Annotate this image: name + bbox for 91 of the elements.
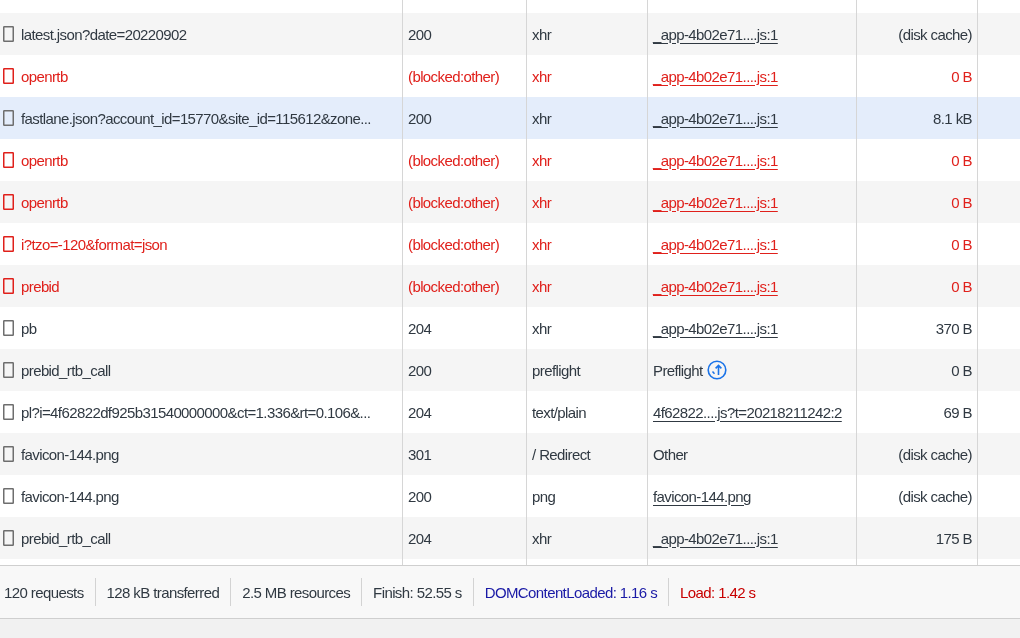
transfer-size: 8.1 kB [933, 109, 972, 127]
resource-type: xhr [532, 67, 552, 85]
file-icon [3, 236, 14, 252]
status-code: (blocked:other) [408, 151, 500, 169]
request-row[interactable]: prebid (blocked:other) xhr _app-4b02e71....js:1 0 B [0, 265, 1020, 307]
status-text: Finish: 52.55 s [373, 583, 462, 601]
resource-type: png [532, 487, 556, 505]
file-icon [3, 152, 14, 168]
status-code: (blocked:other) [408, 193, 500, 211]
request-name: openrtb [21, 67, 68, 85]
request-name: openrtb [21, 193, 68, 211]
status-code: 200 [408, 25, 432, 43]
transfer-size: 0 B [951, 67, 972, 85]
initiator-link[interactable]: _app-4b02e71....js:1 [653, 277, 778, 295]
request-row[interactable]: fastlane.json?account_id=15770&site_id=115612&zone... 200 xhr _app-4b02e71....js:1 8.1 kB [0, 97, 1020, 139]
initiator-link[interactable]: _app-4b02e71....js:1 [653, 109, 778, 127]
request-name: pl?i=4f62822df925b31540000000&ct=1.336&rt=0.106&... [21, 403, 371, 421]
request-row[interactable]: openrtb (blocked:other) xhr _app-4b02e71....js:1 0 B [0, 181, 1020, 223]
status-code: 204 [408, 319, 432, 337]
initiator-text: Other [653, 445, 688, 463]
transfer-size: 370 B [935, 319, 972, 337]
transfer-size: (disk cache) [898, 25, 972, 43]
transfer-size: (disk cache) [898, 445, 972, 463]
initiator-link[interactable]: _app-4b02e71....js:1 [653, 529, 778, 547]
status-text: DOMContentLoaded: 1.16 s [484, 583, 658, 601]
transfer-size: 0 B [951, 277, 972, 295]
resource-type: xhr [532, 235, 552, 253]
request-name: openrtb [21, 151, 68, 169]
request-row[interactable]: favicon-144.png 301 / Redirect Other (disk cache) [0, 433, 1020, 475]
resource-type: xhr [532, 109, 552, 127]
request-name: prebid_rtb_call [21, 529, 111, 547]
transfer-size: (disk cache) [898, 487, 972, 505]
status-text: 128 kB transferred [106, 583, 220, 601]
request-name: prebid [21, 277, 60, 295]
transfer-size: 0 B [951, 361, 972, 379]
file-icon [3, 446, 14, 462]
resource-type: xhr [532, 319, 552, 337]
transfer-size: 0 B [951, 151, 972, 169]
status-text: 120 requests [4, 583, 84, 601]
initiator-link[interactable]: _app-4b02e71....js:1 [653, 193, 778, 211]
initiator-link[interactable]: _app-4b02e71....js:1 [653, 151, 778, 169]
request-name: i?tzo=-120&format=json [21, 235, 168, 253]
initiator-link[interactable]: _app-4b02e71....js:1 [653, 67, 778, 85]
file-icon [3, 26, 14, 42]
resource-type: xhr [532, 193, 552, 211]
status-code: (blocked:other) [408, 235, 500, 253]
initiator-link[interactable]: _app-4b02e71....js:1 [653, 319, 778, 337]
status-code: 204 [408, 403, 432, 421]
initiator-link[interactable]: _app-4b02e71....js:1 [653, 235, 778, 253]
file-icon [3, 404, 14, 420]
file-icon [3, 278, 14, 294]
status-text: 2.5 MB resources [242, 583, 351, 601]
initiator-link[interactable]: favicon-144.png [653, 487, 751, 505]
file-icon [3, 320, 14, 336]
file-icon [3, 488, 14, 504]
transfer-size: 69 B [943, 403, 972, 421]
status-code: 301 [408, 445, 432, 463]
request-name: pb [21, 319, 37, 337]
transfer-size: 0 B [951, 235, 972, 253]
file-icon [3, 110, 14, 126]
resource-type: xhr [532, 25, 552, 43]
request-row[interactable]: prebid_rtb_call 204 xhr _app-4b02e71....js:1 175 B [0, 517, 1020, 559]
request-name: fastlane.json?account_id=15770&site_id=115612&zone... [21, 109, 371, 127]
request-row[interactable]: prebid_rtb_call 200 preflight Preflight 0 B [0, 349, 1020, 391]
file-icon [3, 194, 14, 210]
initiator-text: Preflight [653, 361, 703, 379]
request-name: latest.json?date=20220902 [21, 25, 187, 43]
status-code: (blocked:other) [408, 67, 500, 85]
transfer-size: 175 B [935, 529, 972, 547]
initiator-link[interactable]: 4f62822....js?t=20218211242:2 [653, 403, 842, 421]
resource-type: xhr [532, 529, 552, 547]
status-text: Load: 1.42 s [680, 583, 756, 601]
status-code: 200 [408, 487, 432, 505]
status-code: (blocked:other) [408, 277, 500, 295]
file-icon [3, 68, 14, 84]
resource-type: text/plain [532, 403, 587, 421]
request-name: favicon-144.png [21, 487, 119, 505]
initiator-link[interactable]: _app-4b02e71....js:1 [653, 25, 778, 43]
file-icon [3, 530, 14, 546]
resource-type: preflight [532, 361, 580, 379]
request-row[interactable]: latest.json?date=20220902 200 xhr _app-4b02e71....js:1 (disk cache) [0, 13, 1020, 55]
request-name: prebid_rtb_call [21, 361, 111, 379]
resource-type: xhr [532, 277, 552, 295]
status-code: 200 [408, 109, 432, 127]
transfer-size: 0 B [951, 193, 972, 211]
file-icon [3, 362, 14, 378]
resource-type: / Redirect [532, 445, 591, 463]
request-name: favicon-144.png [21, 445, 119, 463]
resource-type: xhr [532, 151, 552, 169]
status-code: 204 [408, 529, 432, 547]
status-code: 200 [408, 361, 432, 379]
